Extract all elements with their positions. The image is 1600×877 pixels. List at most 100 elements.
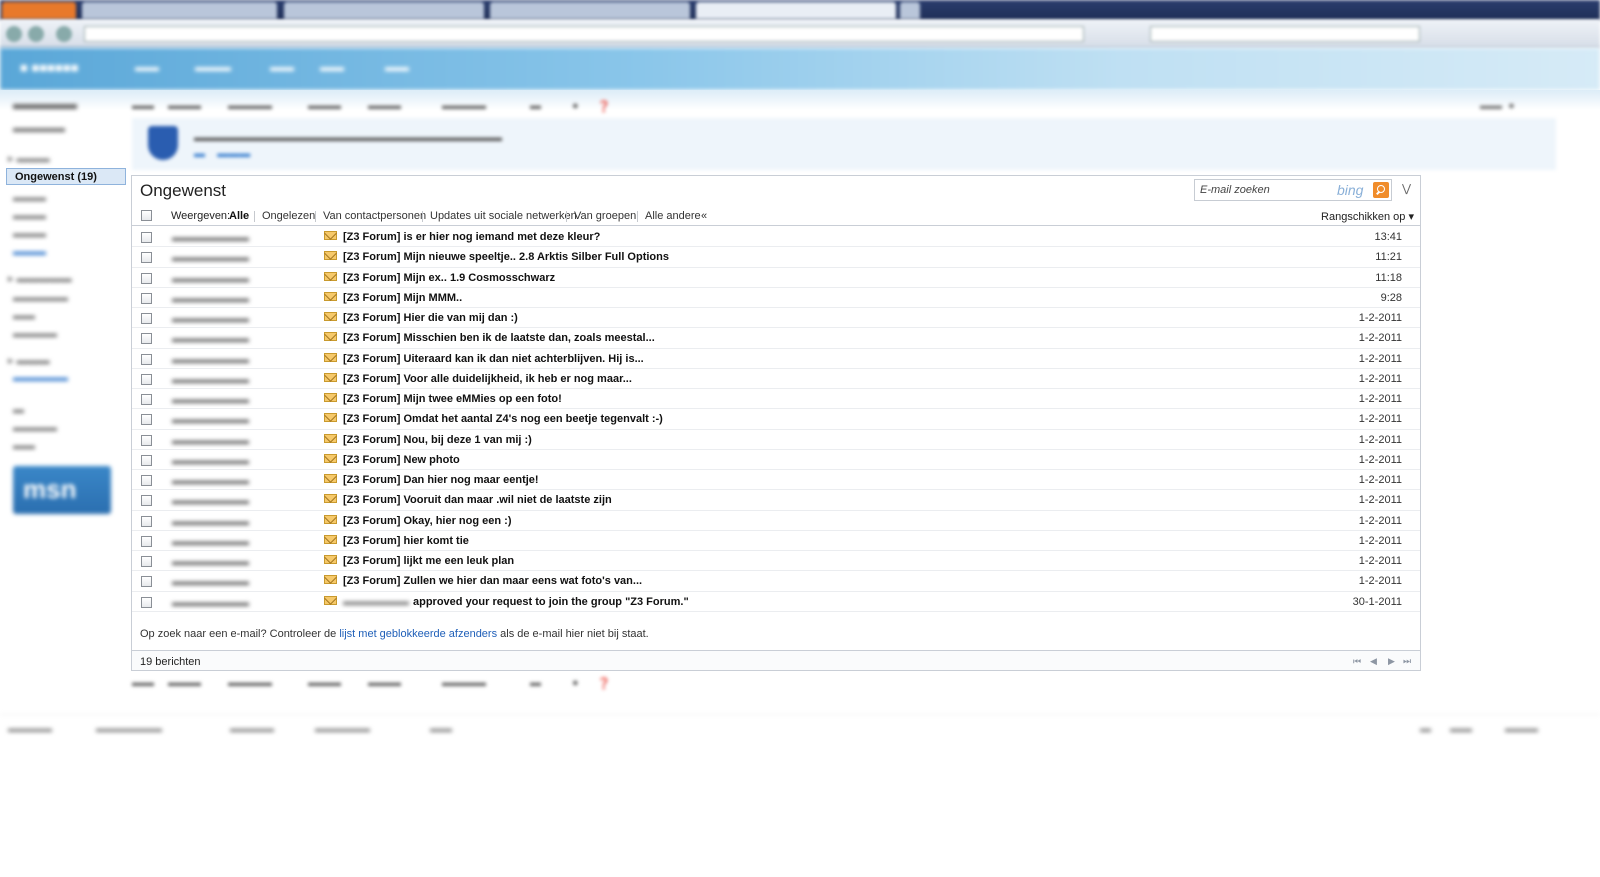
message-checkbox[interactable] [141,515,152,527]
new-tab-button[interactable] [900,2,920,19]
sidebar-item[interactable]: ▬▬▬ [13,228,46,240]
nav-item[interactable]: ▬▬ [320,60,344,74]
footer-link[interactable]: ▬▬ [1450,723,1472,735]
message-subject[interactable]: [Z3 Forum] Mijn twee eMMies op een foto! [343,393,562,405]
filter-ongelezen[interactable]: Ongelezen [262,210,315,222]
footer-link[interactable]: ▬▬▬▬▬▬ [96,723,162,735]
sidebar-item-ongewenst[interactable]: Ongewenst (19) [6,168,126,185]
sidebar-item[interactable]: ▬ [13,404,24,416]
message-checkbox[interactable] [141,495,152,507]
footer-link[interactable]: ▬▬▬ [1505,723,1538,735]
message-subject[interactable]: [Z3 Forum] Omdat het aantal Z4's nog een… [343,413,663,425]
message-checkbox[interactable] [141,414,152,426]
sidebar-link[interactable]: ▬▬▬ [13,246,46,258]
msn-logo[interactable]: msn [13,466,111,514]
footer-link[interactable]: ▬▬ [430,723,452,735]
message-row[interactable]: ▬▬▬▬▬▬▬ [Z3 Forum] Mijn MMM.. 9:28 [132,288,1420,308]
toolbar-item[interactable]: ▬▬ [132,100,154,112]
filter-van-contactpersonen[interactable]: Van contactpersonen [323,210,426,222]
message-row[interactable]: ▬▬▬▬▬▬▬ [Z3 Forum] Hier die van mij dan :… [132,308,1420,329]
message-subject[interactable]: [Z3 Forum] Voor alle duidelijkheid, ik h… [343,373,632,385]
message-subject[interactable]: [Z3 Forum] Mijn nieuwe speeltje.. 2.8 Ar… [343,251,669,263]
toolbar-item[interactable]: ▬▬▬▬ [228,677,272,689]
toolbar-item[interactable]: ▬ [530,677,541,689]
message-sender-redacted[interactable]: ▬▬▬▬▬▬▬ [172,536,297,548]
message-subject[interactable]: [Z3 Forum] hier komt tie [343,535,469,547]
message-checkbox[interactable] [141,232,152,243]
toolbar-item[interactable]: ▬▬▬ [368,677,401,689]
browser-search-field[interactable] [1150,26,1420,42]
filter-alle[interactable]: Alle [229,210,249,222]
toolbar-item[interactable]: ▬▬ [132,677,154,689]
message-row[interactable]: ▬▬▬▬▬▬▬ [Z3 Forum] Misschien ben ik de la… [132,328,1420,349]
sidebar-item[interactable]: ▬▬ [13,440,35,452]
collapse-filters-button[interactable]: « [701,210,707,222]
toolbar-item[interactable]: ▬▬▬▬ [442,677,486,689]
search-input[interactable] [1200,183,1330,197]
message-row[interactable]: ▬▬▬▬▬▬▬ [Z3 Forum] Dan hier nog maar eent… [132,470,1420,491]
message-checkbox[interactable] [141,576,152,588]
message-subject[interactable]: [Z3 Forum] Misschien ben ik de laatste d… [343,332,655,344]
message-subject[interactable]: [Z3 Forum] Mijn ex.. 1.9 Cosmosschwarz [343,272,555,284]
expand-icon[interactable]: ⋁ [1402,182,1411,195]
message-sender-redacted[interactable]: ▬▬▬▬▬▬▬ [172,414,297,426]
message-checkbox[interactable] [141,454,152,466]
message-subject[interactable]: [Z3 Forum] New photo [343,454,460,466]
sidebar-section[interactable]: ▸ ▬▬▬▬▬ [8,272,72,285]
message-sender-redacted[interactable]: ▬▬▬▬▬▬▬ [172,597,297,609]
toolbar-item[interactable]: ▬ [530,100,541,112]
sidebar-item[interactable]: ▬▬▬ [13,192,46,204]
last-page-icon[interactable]: ⏭ [1403,656,1411,667]
footer-link[interactable]: ▬ [1420,723,1431,735]
message-row[interactable]: ▬▬▬▬▬▬▬ ▬▬▬▬▬▬ approved your request to jo… [132,592,1420,612]
nav-item[interactable]: ▬▬ [270,60,294,74]
message-sender-redacted[interactable]: ▬▬▬▬▬▬▬ [172,455,297,467]
toolbar-item[interactable]: ❓ [597,100,611,113]
message-checkbox[interactable] [141,373,152,385]
message-sender-redacted[interactable]: ▬▬▬▬▬▬▬ [172,495,297,507]
blocked-senders-link[interactable]: lijst met geblokkeerde afzenders [339,628,497,640]
footer-link[interactable]: ▬▬▬▬ [8,723,52,735]
sidebar-item[interactable]: ▬▬▬▬ [13,422,57,434]
filter-updates-sociale-netwerken[interactable]: Updates uit sociale netwerken [430,210,577,222]
message-row[interactable]: ▬▬▬▬▬▬▬ [Z3 Forum] Mijn twee eMMies op ee… [132,389,1420,410]
browser-tab-active[interactable] [696,2,896,19]
message-subject[interactable]: [Z3 Forum] Okay, hier nog een :) [343,515,511,527]
first-page-icon[interactable]: ⏮ [1353,656,1361,667]
message-row[interactable]: ▬▬▬▬▬▬▬ [Z3 Forum] Omdat het aantal Z4's … [132,409,1420,430]
message-subject[interactable]: [Z3 Forum] Mijn MMM.. [343,292,462,304]
browser-tab[interactable] [490,2,690,19]
message-row[interactable]: ▬▬▬▬▬▬▬ [Z3 Forum] lijkt me een leuk plan… [132,551,1420,572]
windows-live-logo[interactable]: ■ ■■■■■■ [20,60,79,75]
message-sender-redacted[interactable]: ▬▬▬▬▬▬▬ [172,435,297,447]
sidebar-section[interactable]: ▸ ▬▬▬ [8,152,50,165]
message-sender-redacted[interactable]: ▬▬▬▬▬▬▬ [172,232,297,244]
message-checkbox[interactable] [141,556,152,567]
message-row[interactable]: ▬▬▬▬▬▬▬ [Z3 Forum] Zullen we hier dan maa… [132,571,1420,592]
url-field[interactable] [84,26,1084,42]
next-page-icon[interactable]: ▶ [1388,656,1395,667]
message-checkbox[interactable] [141,272,152,284]
nav-item[interactable]: ▬▬ [135,60,159,74]
message-subject[interactable]: [Z3 Forum] Zullen we hier dan maar eens … [343,575,642,587]
message-subject[interactable]: ▬▬▬▬▬▬ approved your request to join the … [343,596,689,608]
message-row[interactable]: ▬▬▬▬▬▬▬ [Z3 Forum] Vooruit dan maar .wil … [132,490,1420,511]
message-checkbox[interactable] [141,475,152,486]
forward-icon[interactable] [28,26,44,42]
toolbar-item[interactable]: ▬▬▬▬ [228,100,272,112]
nav-item[interactable]: ▬▬▬ [195,60,231,74]
message-subject[interactable]: [Z3 Forum] Uiteraard kan ik dan niet ach… [343,353,644,365]
info-links[interactable]: ▬ ▬▬▬ [194,148,250,160]
message-sender-redacted[interactable]: ▬▬▬▬▬▬▬ [172,354,297,366]
toolbar-item[interactable]: ❓ [597,677,611,690]
back-icon[interactable] [6,26,22,42]
select-all-checkbox[interactable] [141,210,152,221]
footer-link[interactable]: ▬▬▬▬ [230,723,274,735]
message-subject[interactable]: [Z3 Forum] Hier die van mij dan :) [343,312,518,324]
message-sender-redacted[interactable]: ▬▬▬▬▬▬▬ [172,475,297,487]
message-checkbox[interactable] [141,353,152,365]
message-sender-redacted[interactable]: ▬▬▬▬▬▬▬ [172,273,297,285]
message-row[interactable]: ▬▬▬▬▬▬▬ [Z3 Forum] is er hier nog iemand … [132,227,1420,248]
message-checkbox[interactable] [141,434,152,446]
sort-dropdown[interactable]: Rangschikken op ▾ [1321,210,1414,223]
